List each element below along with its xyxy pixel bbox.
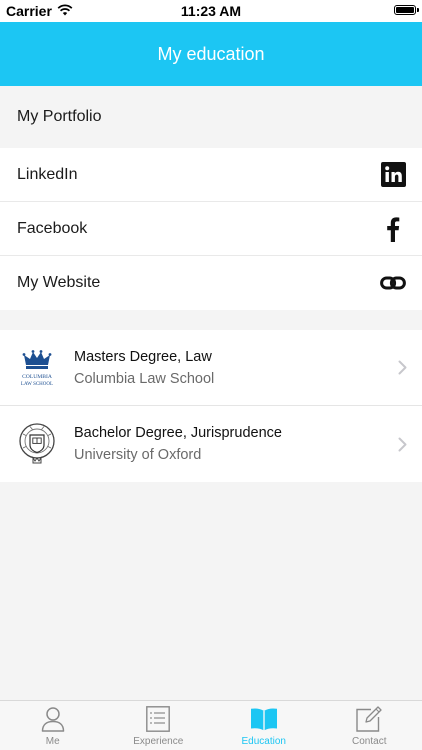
compose-icon (355, 705, 383, 733)
portfolio-section-header: My Portfolio (0, 86, 422, 148)
page-title: My education (157, 43, 265, 64)
education-school: University of Oxford (74, 447, 202, 463)
education-degree: Bachelor Degree, Jurisprudence (74, 425, 282, 441)
columbia-logo-name: COLUMBIA (22, 374, 52, 380)
linkedin-link-label: LinkedIn (17, 165, 78, 183)
tab-contact[interactable]: Contact (317, 701, 422, 750)
portfolio-links-list: LinkedIn Facebook My Website (0, 148, 422, 310)
tab-education[interactable]: Education (211, 701, 317, 750)
education-item-oxford[interactable]: Bachelor Degree, Jurisprudence Universit… (0, 406, 422, 482)
tab-experience[interactable]: Experience (106, 701, 212, 750)
battery-icon (394, 5, 419, 15)
status-time: 11:23 AM (180, 3, 242, 19)
education-school: Columbia Law School (74, 370, 215, 387)
person-icon (39, 705, 67, 733)
book-icon (250, 705, 278, 733)
linkedin-icon (380, 162, 406, 188)
oxford-seal-logo (17, 422, 57, 466)
education-item-columbia[interactable]: COLUMBIA LAW SCHOOL Masters Degree, Law … (0, 330, 422, 406)
education-list: COLUMBIA LAW SCHOOL Masters Degree, Law … (0, 330, 422, 482)
education-degree: Masters Degree, Law (74, 348, 212, 365)
list-icon (144, 705, 172, 733)
nav-bar: My education (0, 22, 422, 86)
tab-experience-label: Experience (133, 736, 184, 747)
tab-education-label: Education (241, 736, 286, 747)
tab-bar: Me Experience Education Contact (0, 700, 422, 750)
battery-level (396, 7, 414, 13)
education-item-text: Masters Degree, Law Columbia Law School (74, 349, 396, 387)
chevron-right-icon (396, 359, 408, 377)
website-link-row[interactable]: My Website (0, 256, 422, 310)
tab-me[interactable]: Me (0, 701, 106, 750)
columbia-logo-school: LAW SCHOOL (21, 382, 53, 387)
tab-contact-label: Contact (352, 736, 387, 747)
education-item-text: Bachelor Degree, Jurisprudence Universit… (74, 425, 396, 463)
website-link-label: My Website (17, 274, 101, 291)
link-icon (380, 270, 406, 296)
facebook-icon (380, 216, 406, 242)
status-bar: Carrier 11:23 AM (0, 0, 422, 22)
tab-me-label: Me (45, 736, 60, 747)
chevron-right-icon (396, 435, 408, 453)
facebook-link-row[interactable]: Facebook (0, 202, 422, 256)
facebook-link-label: Facebook (17, 219, 88, 237)
linkedin-link-row[interactable]: LinkedIn (0, 148, 422, 202)
portfolio-header-label: My Portfolio (17, 108, 102, 125)
columbia-law-logo: COLUMBIA LAW SCHOOL (17, 346, 57, 390)
